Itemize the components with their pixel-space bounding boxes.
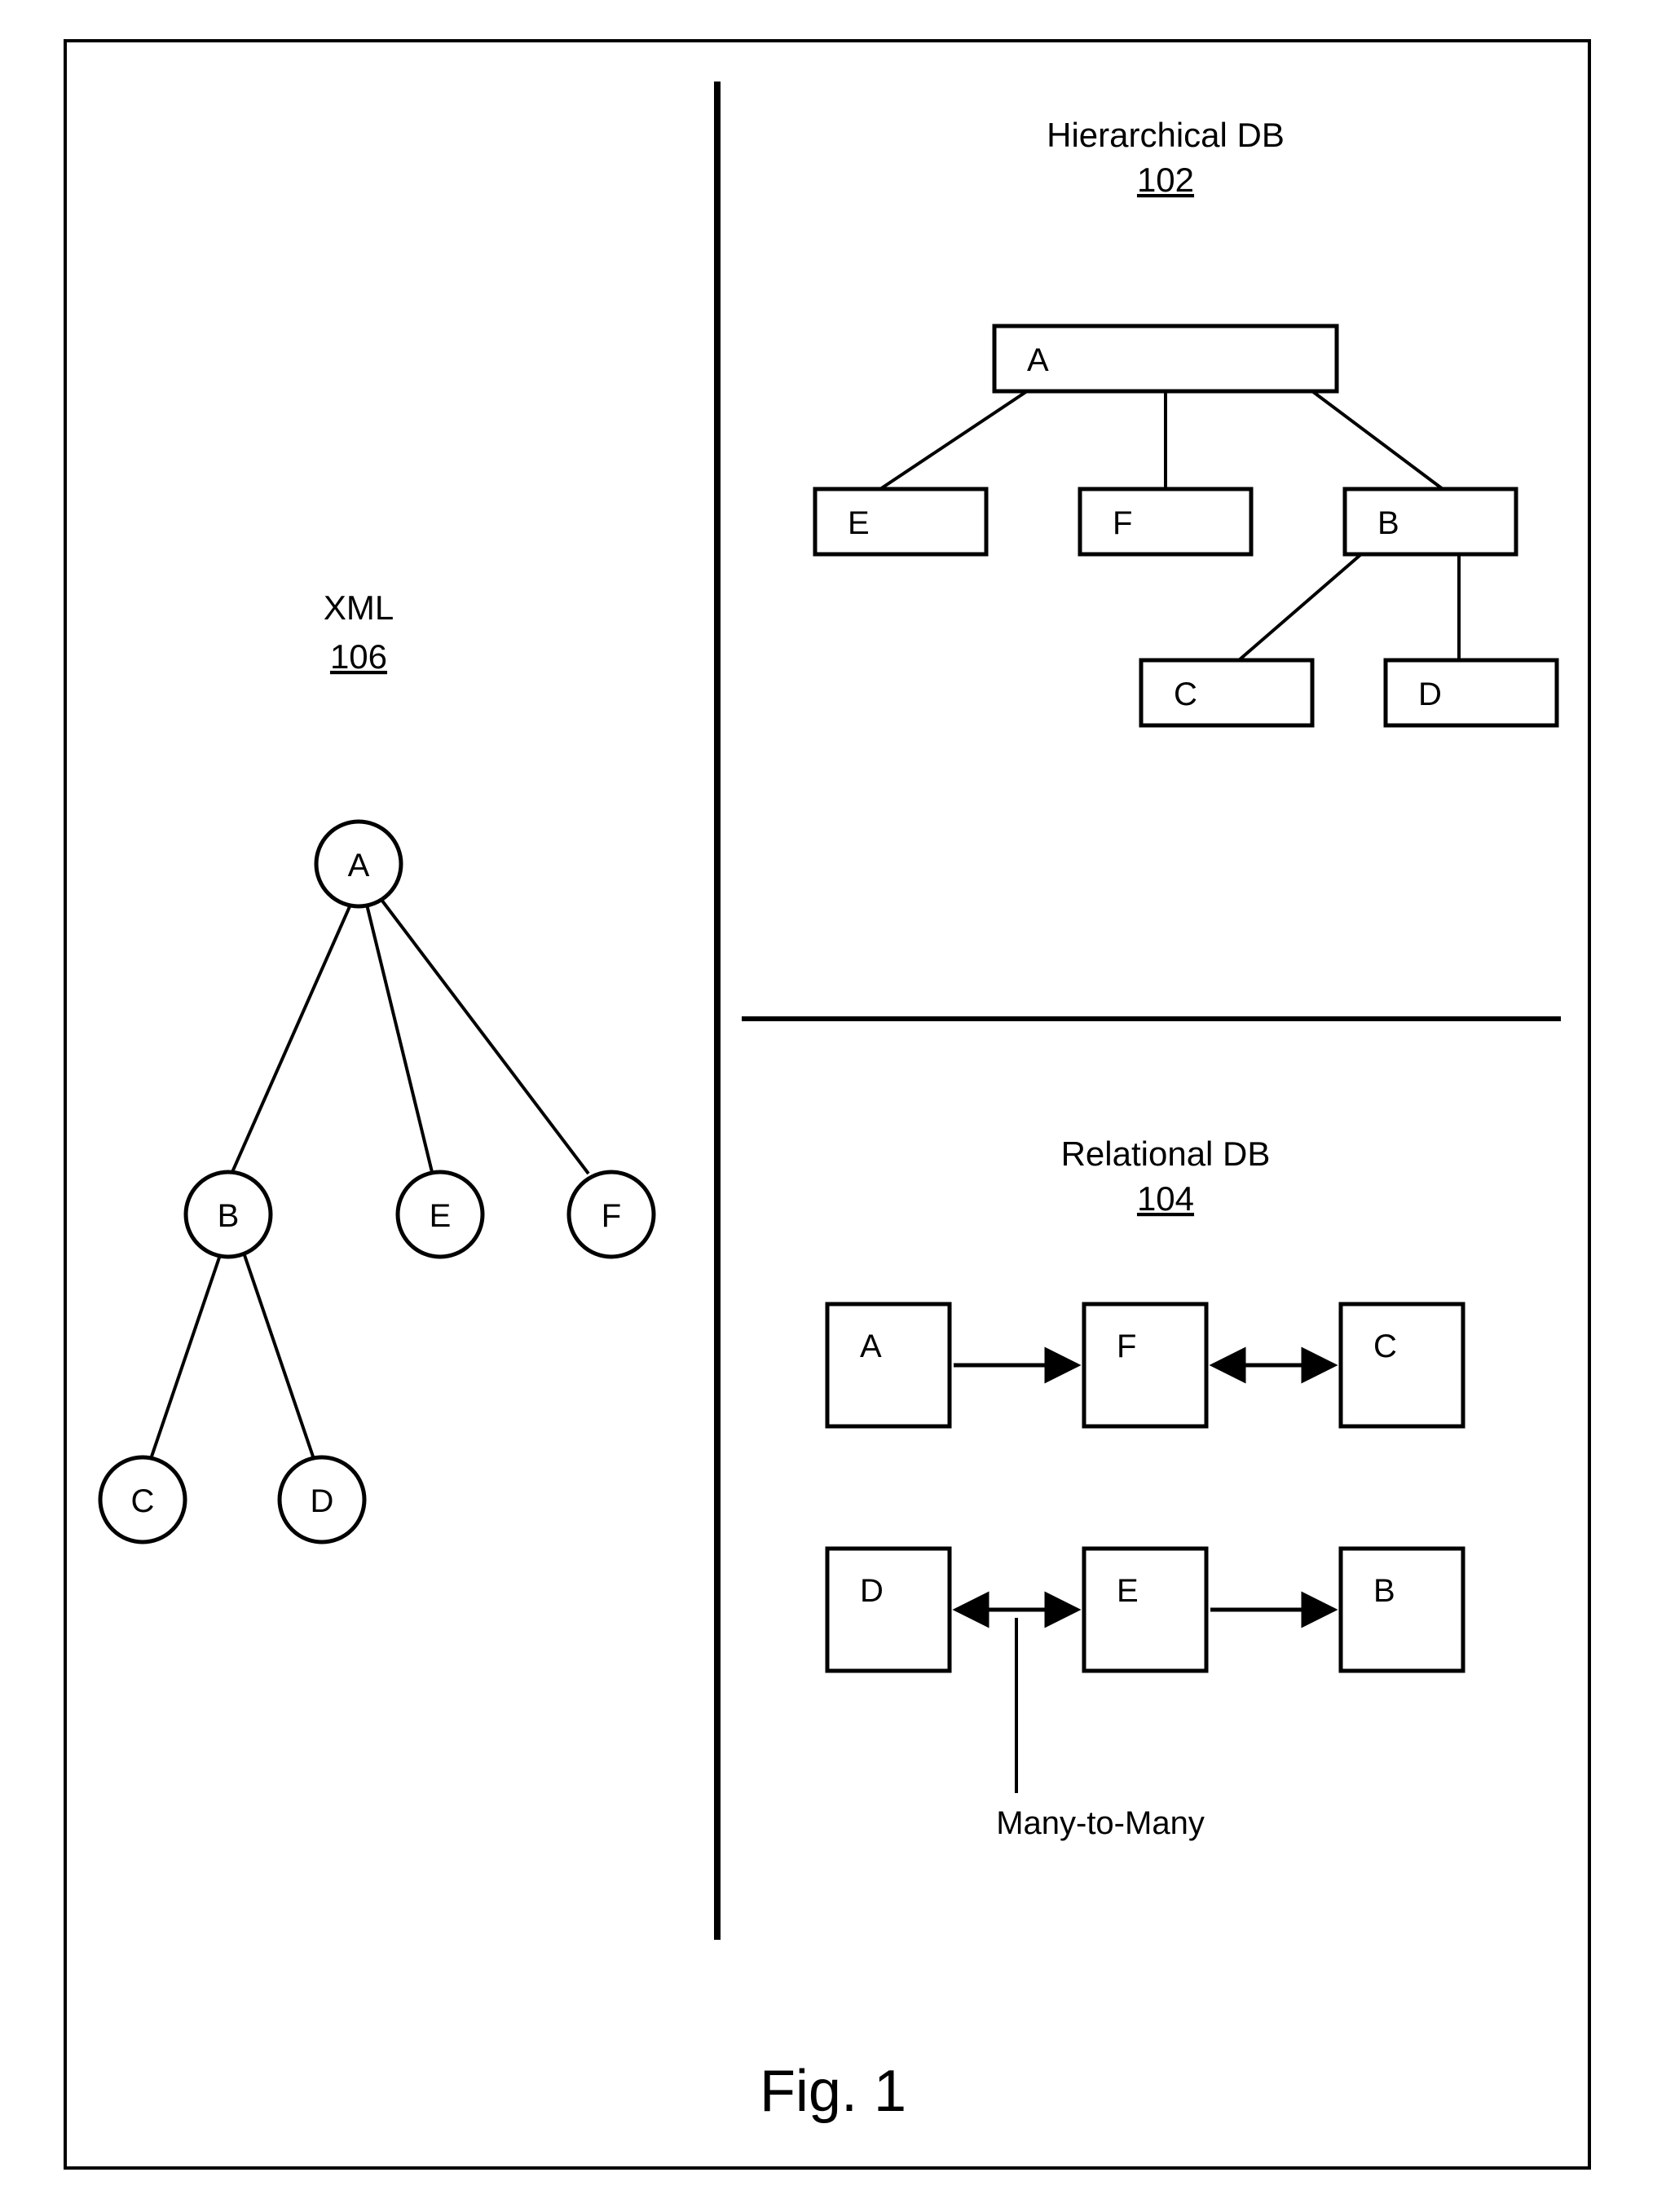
hier-node-d-label: D: [1418, 676, 1442, 712]
xml-node-f: F: [569, 1172, 654, 1257]
hier-node-c-label: C: [1174, 676, 1197, 712]
rel-node-b-label: B: [1373, 1573, 1395, 1609]
figure-caption: Fig. 1: [760, 2059, 906, 2124]
xml-ref: 106: [330, 637, 387, 676]
xml-node-d: D: [280, 1457, 364, 1542]
rel-panel: Relational DB 104 A F C D: [827, 1135, 1463, 1841]
hier-ref: 102: [1137, 161, 1194, 199]
hier-node-e: E: [815, 489, 986, 554]
hier-node-c: C: [1141, 660, 1312, 725]
xml-panel: XML 106 A B E F C D: [100, 588, 654, 1542]
hier-node-b-label: B: [1377, 505, 1399, 541]
xml-node-a: A: [316, 822, 401, 906]
rel-node-d-label: D: [860, 1573, 884, 1609]
hier-title: Hierarchical DB: [1047, 116, 1285, 154]
frame: [65, 41, 1589, 2168]
rel-node-a: A: [827, 1304, 950, 1426]
hier-node-a: A: [994, 326, 1337, 391]
xml-node-d-label: D: [311, 1483, 334, 1519]
hier-panel: Hierarchical DB 102 A E F B C: [815, 116, 1557, 725]
xml-node-b-label: B: [218, 1198, 240, 1234]
hier-node-f: F: [1080, 489, 1251, 554]
hier-node-a-label: A: [1027, 342, 1049, 378]
hier-node-f-label: F: [1113, 505, 1132, 541]
rel-node-e-label: E: [1117, 1573, 1139, 1609]
rel-title: Relational DB: [1061, 1135, 1271, 1173]
rel-note: Many-to-Many: [996, 1805, 1205, 1841]
rel-node-f-label: F: [1117, 1329, 1136, 1364]
rel-node-d: D: [827, 1549, 950, 1671]
rel-node-e: E: [1084, 1549, 1206, 1671]
xml-node-e-label: E: [430, 1198, 452, 1234]
xml-node-f-label: F: [602, 1198, 621, 1234]
xml-title: XML: [324, 588, 394, 627]
rel-ref: 104: [1137, 1179, 1194, 1218]
rel-node-a-label: A: [860, 1329, 882, 1364]
xml-node-a-label: A: [348, 848, 370, 883]
rel-node-c-label: C: [1373, 1329, 1397, 1364]
xml-node-c: C: [100, 1457, 185, 1542]
hier-node-d: D: [1386, 660, 1557, 725]
figure-1: XML 106 A B E F C D: [0, 0, 1666, 2212]
hier-node-e-label: E: [848, 505, 870, 541]
rel-node-f: F: [1084, 1304, 1206, 1426]
rel-node-b: B: [1341, 1549, 1463, 1671]
xml-node-b: B: [186, 1172, 271, 1257]
xml-node-e: E: [398, 1172, 483, 1257]
rel-node-c: C: [1341, 1304, 1463, 1426]
xml-node-c-label: C: [131, 1483, 155, 1519]
hier-node-b: B: [1345, 489, 1516, 554]
